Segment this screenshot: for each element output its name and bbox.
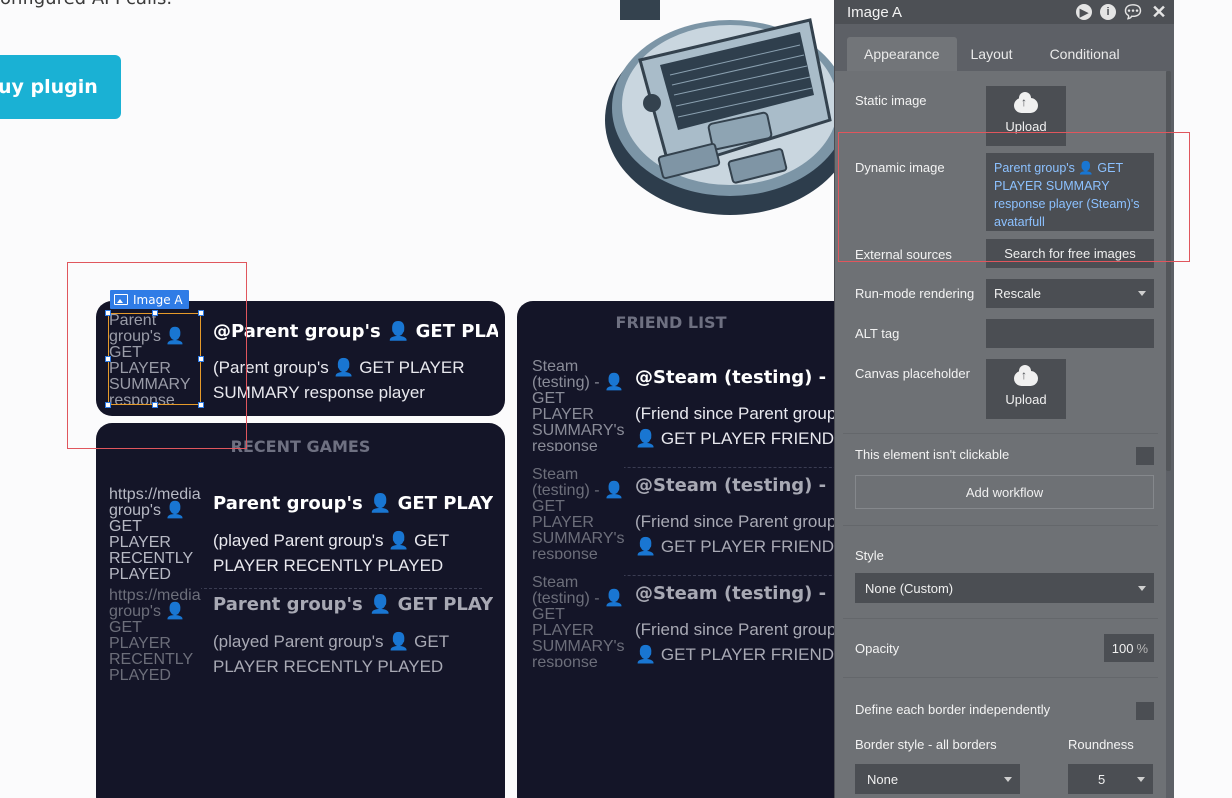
- friend-avatar-image: Steam (testing) - 👤 GET PLAYER SUMMARY's…: [532, 467, 624, 559]
- resize-handle[interactable]: [105, 356, 111, 362]
- intro-text: onfigured API calls.: [0, 0, 172, 9]
- player-name: @Parent group's 👤 GET PLAYER SUMMARY: [213, 321, 498, 342]
- resize-handle[interactable]: [198, 356, 204, 362]
- player-details: (Parent group's 👤 GET PLAYER SUMMARY res…: [213, 358, 465, 402]
- divider: [843, 433, 1158, 434]
- chevron-down-icon: [1004, 776, 1012, 782]
- game-image-alt: https://media group's 👤 GET PLAYER RECEN…: [109, 487, 201, 579]
- tab-layout[interactable]: Layout: [956, 37, 1033, 71]
- game-image: https://media group's 👤 GET PLAYER RECEN…: [109, 487, 201, 579]
- friend-name: @Steam (testing) - 👤 GET PLAYER SUMMARY: [635, 583, 857, 604]
- style-label: Style: [855, 548, 884, 563]
- friend-since: (Friend since Parent group's 👤 GET PLAYE…: [635, 620, 849, 664]
- element-name-tag[interactable]: Image A: [110, 290, 189, 309]
- add-workflow-label: Add workflow: [965, 484, 1044, 500]
- opacity-label: Opacity: [855, 641, 900, 656]
- recent-games-card: RECENT GAMES https://media group's 👤 GET…: [96, 423, 505, 798]
- border-independent-label: Define each border independently: [855, 702, 1051, 717]
- add-workflow-button[interactable]: Add workflow: [855, 475, 1154, 509]
- upload-label: Upload: [1005, 392, 1047, 407]
- friend-avatar-alt: Steam (testing) - 👤 GET PLAYER SUMMARY's…: [532, 467, 624, 559]
- play-icon[interactable]: ▶: [1076, 4, 1092, 20]
- friend-avatar-alt: Steam (testing) - 👤 GET PLAYER SUMMARY's…: [532, 359, 624, 451]
- friend-since: (Friend since Parent group's 👤 GET PLAYE…: [635, 404, 849, 448]
- chevron-down-icon: [1137, 776, 1145, 782]
- selected-element-outline[interactable]: [105, 310, 204, 408]
- friend-name: @Steam (testing) - 👤 GET PLAYER SUMMARY: [635, 475, 857, 496]
- opacity-input[interactable]: 100 %: [1104, 634, 1154, 662]
- run-mode-label: Run-mode rendering: [855, 286, 975, 301]
- resize-handle[interactable]: [105, 402, 111, 408]
- border-style-dropdown[interactable]: None: [855, 764, 1020, 794]
- upload-cloud-icon: [1014, 365, 1038, 386]
- resize-handle[interactable]: [198, 402, 204, 408]
- friend-since: (Friend since Parent group's 👤 GET PLAYE…: [635, 512, 849, 556]
- image-icon: [114, 294, 128, 305]
- close-icon[interactable]: ✕: [1150, 2, 1168, 22]
- game-title: Parent group's 👤 GET PLAYER RECENTLY PLA…: [213, 594, 493, 615]
- roundness-label: Roundness: [1068, 737, 1134, 752]
- static-image-label: Static image: [855, 93, 927, 108]
- friend-name: @Steam (testing) - 👤 GET PLAYER SUMMARY: [635, 367, 857, 388]
- run-mode-value: Rescale: [994, 286, 1041, 301]
- style-dropdown[interactable]: None (Custom): [855, 573, 1154, 603]
- resize-handle[interactable]: [105, 310, 111, 316]
- game-image: https://media group's 👤 GET PLAYER RECEN…: [109, 588, 201, 680]
- friend-avatar-alt: Steam (testing) - 👤 GET PLAYER SUMMARY's…: [532, 575, 624, 667]
- opacity-unit: %: [1136, 640, 1148, 656]
- canvas-placeholder-label: Canvas placeholder: [855, 366, 970, 381]
- annotation-highlight: [838, 132, 1190, 262]
- alt-tag-label: ALT tag: [855, 326, 900, 341]
- game-playtime: (played Parent group's 👤 GET PLAYER RECE…: [213, 632, 449, 676]
- comment-icon[interactable]: 💬︎: [1122, 2, 1145, 22]
- canvas-placeholder-upload[interactable]: Upload: [986, 359, 1066, 419]
- alt-tag-input[interactable]: [986, 319, 1154, 348]
- game-image-alt: https://media group's 👤 GET PLAYER RECEN…: [109, 588, 201, 680]
- laptop-illustration: [605, 0, 840, 215]
- run-mode-dropdown[interactable]: Rescale: [986, 279, 1154, 308]
- divider: [843, 525, 1158, 526]
- tab-appearance[interactable]: Appearance: [847, 37, 957, 71]
- style-value: None (Custom): [865, 580, 954, 596]
- not-clickable-label: This element isn't clickable: [855, 447, 1010, 462]
- friend-list-title: FRIEND LIST: [615, 313, 727, 332]
- border-style-value: None: [867, 771, 899, 787]
- resize-handle[interactable]: [152, 402, 158, 408]
- tab-conditional[interactable]: Conditional: [1032, 37, 1137, 71]
- chevron-down-icon: [1138, 291, 1146, 296]
- divider: [843, 677, 1158, 678]
- roundness-value: 5: [1098, 771, 1106, 787]
- element-name-label: Image A: [133, 292, 183, 307]
- panel-tabs: Appearance Layout Conditional: [847, 37, 1137, 71]
- panel-scrollbar[interactable]: [1166, 71, 1171, 471]
- property-editor-panel: Image A ▶ i 💬︎ ✕ Appearance Layout Condi…: [834, 0, 1174, 798]
- not-clickable-checkbox[interactable]: [1136, 447, 1154, 465]
- upload-cloud-icon: [1014, 92, 1038, 113]
- panel-title: Image A: [847, 3, 903, 21]
- resize-handle[interactable]: [152, 310, 158, 316]
- game-title: Parent group's 👤 GET PLAYER RECENTLY PLA…: [213, 493, 493, 514]
- roundness-dropdown[interactable]: 5: [1068, 764, 1153, 794]
- divider: [843, 618, 1158, 619]
- buy-plugin-button[interactable]: uy plugin: [0, 55, 121, 119]
- panel-header[interactable]: Image A ▶ i 💬︎ ✕: [835, 0, 1174, 24]
- chevron-down-icon: [1138, 585, 1146, 591]
- opacity-value: 100: [1111, 640, 1134, 656]
- friend-avatar-image: Steam (testing) - 👤 GET PLAYER SUMMARY's…: [532, 359, 624, 451]
- border-style-label: Border style - all borders: [855, 737, 997, 752]
- friend-list-card: FRIEND LIST Steam (testing) - 👤 GET PLAY…: [517, 301, 857, 798]
- friend-avatar-image: Steam (testing) - 👤 GET PLAYER SUMMARY's…: [532, 575, 624, 667]
- game-playtime: (played Parent group's 👤 GET PLAYER RECE…: [213, 531, 449, 575]
- border-independent-checkbox[interactable]: [1136, 702, 1154, 720]
- info-icon[interactable]: i: [1100, 4, 1116, 20]
- resize-handle[interactable]: [198, 310, 204, 316]
